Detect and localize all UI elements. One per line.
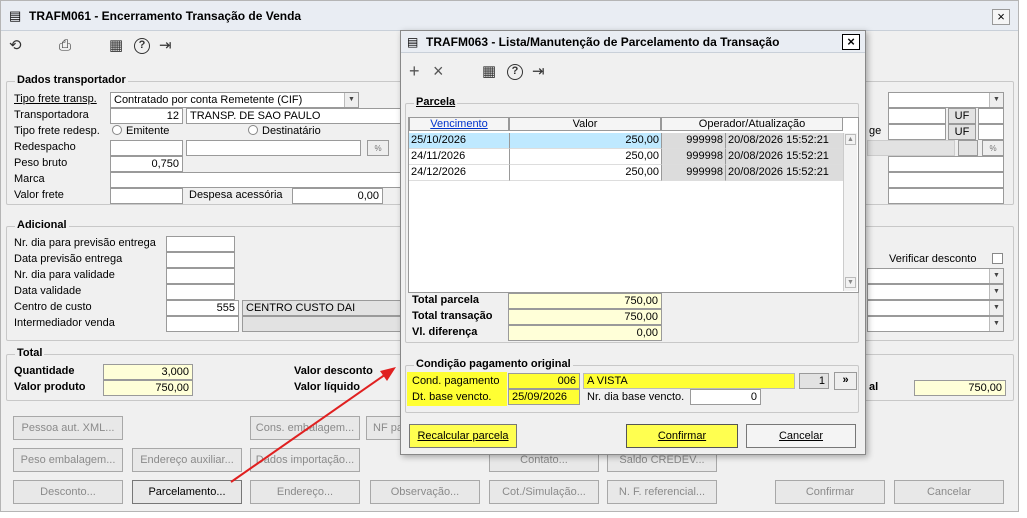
arrow-line xyxy=(230,373,387,483)
annotation-arrow xyxy=(230,367,396,483)
arrow-head xyxy=(380,367,396,381)
